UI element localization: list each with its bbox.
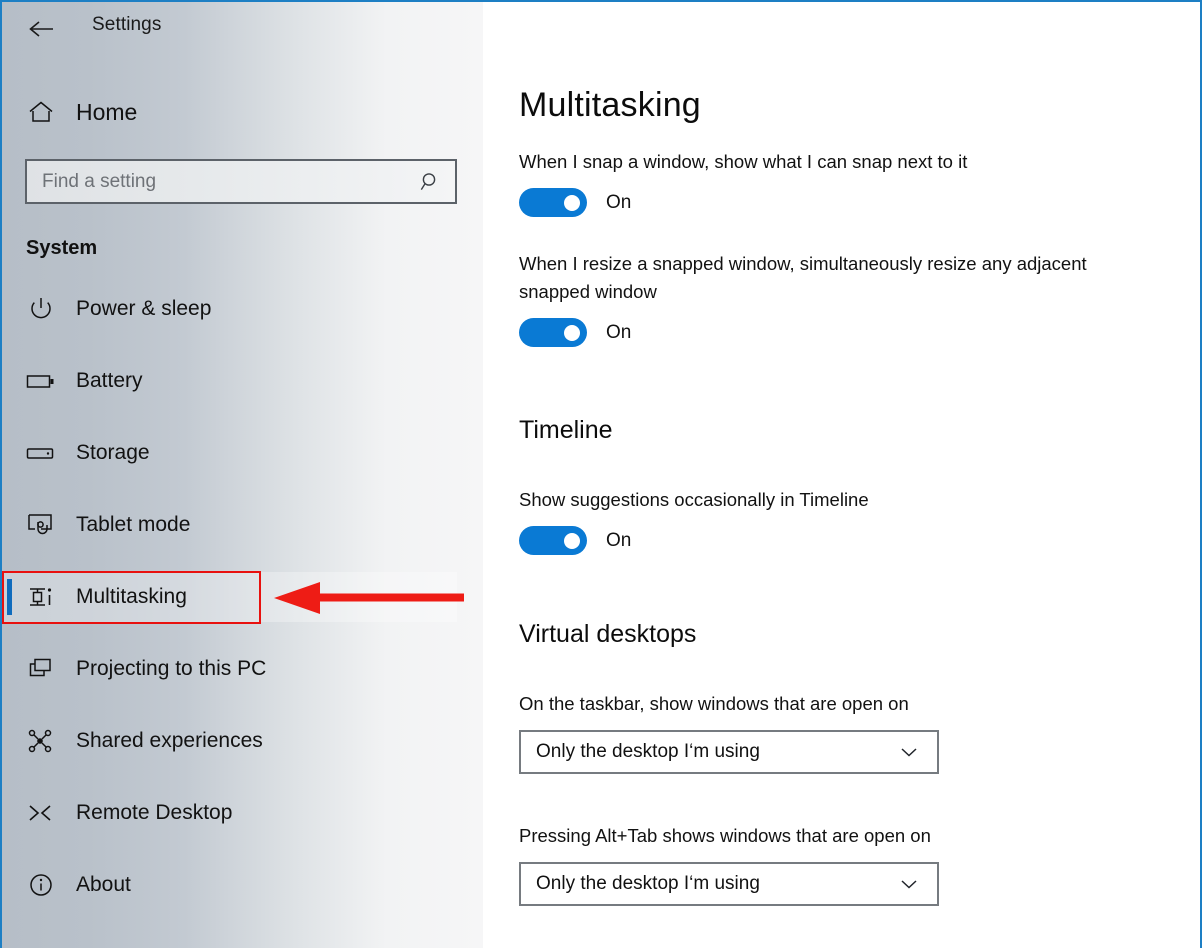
sidebar-group-header: System [26, 237, 98, 259]
sidebar-item-label: Multitasking [76, 585, 187, 608]
window-title: Settings [92, 14, 162, 35]
suggestions-toggle-row: On [519, 526, 869, 555]
sidebar-item-label: Projecting to this PC [76, 657, 267, 680]
chevron-down-icon [899, 745, 919, 759]
battery-icon [24, 371, 58, 391]
section-virtual-desktops: Virtual desktops [519, 620, 696, 649]
sidebar-item-label: Storage [76, 441, 150, 464]
resize-toggle[interactable] [519, 318, 587, 347]
settings-content: Multitasking When I snap a window, show … [483, 2, 1200, 948]
home-icon [24, 100, 58, 124]
suggestions-toggle-state: On [606, 529, 632, 551]
setting-snap-window: When I snap a window, show what I can sn… [519, 148, 967, 217]
shared-experiences-icon [24, 728, 58, 754]
settings-window: Settings Home Find a setting System Powe… [0, 0, 1202, 948]
setting-label: On the taskbar, show windows that are op… [519, 693, 909, 714]
section-heading: Virtual desktops [519, 620, 697, 648]
setting-label: When I snap a window, show what I can sn… [519, 151, 968, 172]
title-bar: Settings [2, 2, 483, 54]
selection-indicator [7, 579, 12, 615]
toggle-knob [564, 532, 580, 549]
sidebar-item-label: Battery [76, 369, 143, 392]
search-icon[interactable] [419, 171, 441, 193]
setting-label: When I resize a snapped window, simultan… [519, 253, 1087, 302]
resize-toggle-state: On [606, 321, 632, 343]
sidebar-item-projecting[interactable]: Projecting to this PC [2, 644, 457, 694]
sidebar-item-power-sleep[interactable]: Power & sleep [2, 284, 457, 334]
info-icon [24, 872, 58, 898]
sidebar-item-about[interactable]: About [2, 860, 457, 910]
sidebar-item-label: Remote Desktop [76, 801, 233, 824]
snap-toggle[interactable] [519, 188, 587, 217]
search-input[interactable]: Find a setting [25, 159, 457, 204]
sidebar-nav-list: Power & sleep Battery Storage Tablet mod… [2, 284, 457, 932]
page-title: Multitasking [519, 86, 701, 124]
taskbar-windows-dropdown[interactable]: Only the desktop I‘m using [519, 730, 939, 774]
search-placeholder: Find a setting [42, 170, 157, 192]
sidebar-item-label: About [76, 873, 131, 896]
sidebar-home-label: Home [76, 98, 138, 125]
snap-toggle-row: On [519, 188, 967, 217]
snap-toggle-state: On [606, 191, 632, 213]
alttab-windows-dropdown[interactable]: Only the desktop I‘m using [519, 862, 939, 906]
dropdown-value: Only the desktop I‘m using [536, 873, 760, 894]
tablet-mode-icon [24, 512, 58, 538]
section-heading: Timeline [519, 416, 613, 444]
projecting-icon [24, 657, 58, 681]
sidebar-item-tablet-mode[interactable]: Tablet mode [2, 500, 457, 550]
power-icon [24, 296, 58, 322]
setting-label: Pressing Alt+Tab shows windows that are … [519, 825, 931, 846]
toggle-knob [564, 324, 580, 341]
sidebar-scrollbar[interactable] [475, 2, 953, 948]
settings-sidebar: Settings Home Find a setting System Powe… [2, 2, 953, 948]
sidebar-item-label: Shared experiences [76, 729, 263, 752]
remote-desktop-icon [24, 801, 58, 825]
sidebar-item-label: Tablet mode [76, 513, 191, 536]
sidebar-item-remote-desktop[interactable]: Remote Desktop [2, 788, 457, 838]
back-arrow-icon[interactable] [24, 12, 60, 46]
sidebar-item-home[interactable]: Home [2, 90, 457, 134]
section-timeline: Timeline [519, 416, 613, 445]
setting-resize-snapped: When I resize a snapped window, simultan… [519, 250, 1119, 347]
setting-taskbar-windows: On the taskbar, show windows that are op… [519, 690, 939, 774]
chevron-down-icon [899, 877, 919, 891]
multitasking-icon [24, 585, 58, 609]
setting-alttab-windows: Pressing Alt+Tab shows windows that are … [519, 822, 939, 906]
sidebar-item-label: Power & sleep [76, 297, 212, 320]
sidebar-item-multitasking[interactable]: Multitasking [2, 572, 457, 622]
storage-icon [24, 444, 58, 462]
setting-timeline-suggestions: Show suggestions occasionally in Timelin… [519, 486, 869, 555]
resize-toggle-row: On [519, 318, 1119, 347]
setting-label: Show suggestions occasionally in Timelin… [519, 489, 869, 510]
sidebar-item-storage[interactable]: Storage [2, 428, 457, 478]
sidebar-item-battery[interactable]: Battery [2, 356, 457, 406]
suggestions-toggle[interactable] [519, 526, 587, 555]
dropdown-value: Only the desktop I‘m using [536, 741, 760, 762]
toggle-knob [564, 194, 580, 211]
sidebar-item-shared-experiences[interactable]: Shared experiences [2, 716, 457, 766]
